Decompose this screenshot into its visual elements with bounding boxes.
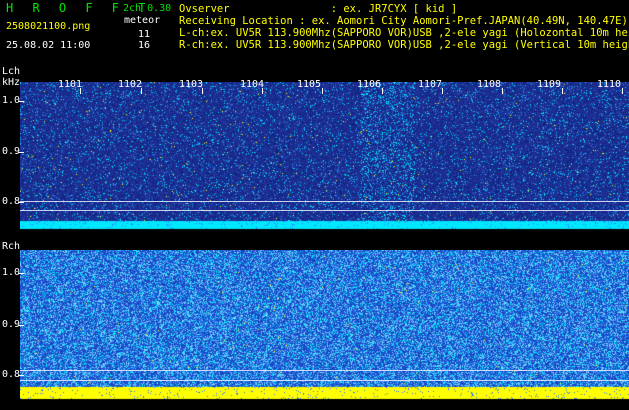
lch-ytick bbox=[18, 202, 24, 203]
time-tick bbox=[502, 88, 503, 94]
lch-label: Lch bbox=[2, 66, 21, 77]
time-tick bbox=[442, 88, 443, 94]
rch-label: Rch bbox=[2, 241, 21, 252]
channel-info: 2ch 0.30 bbox=[123, 3, 172, 14]
time-label: 1101 bbox=[58, 79, 83, 90]
time-tick bbox=[202, 88, 203, 94]
count-l: 11 bbox=[138, 29, 151, 40]
time-tick bbox=[562, 88, 563, 94]
rch-description: R-ch:ex. UV5R 113.900Mhz(SAPPORO VOR)USB… bbox=[179, 39, 629, 51]
time-label: 1109 bbox=[537, 79, 562, 90]
rch-marker-line-lower bbox=[20, 380, 629, 381]
time-tick bbox=[262, 88, 263, 94]
rch-marker-line-upper bbox=[20, 370, 629, 371]
time-label: 1102 bbox=[118, 79, 143, 90]
mode-label: meteor bbox=[124, 15, 161, 26]
time-label: 1107 bbox=[418, 79, 443, 90]
rch-ytick bbox=[18, 273, 24, 274]
lch-spectrogram bbox=[20, 82, 629, 230]
rch-ytick bbox=[18, 375, 24, 376]
lch-marker-line-upper bbox=[20, 201, 629, 202]
time-tick bbox=[382, 88, 383, 94]
time-label: 1104 bbox=[240, 79, 265, 90]
lch-ytick bbox=[18, 101, 24, 102]
time-label: 1108 bbox=[477, 79, 502, 90]
time-label: 1105 bbox=[297, 79, 322, 90]
filename: 2508021100.png bbox=[6, 21, 91, 32]
time-tick bbox=[80, 88, 81, 94]
observer-line: Ovserver : ex. JR7CYX [ kid ] bbox=[179, 3, 458, 15]
lch-ytick bbox=[18, 152, 24, 153]
time-tick bbox=[622, 88, 623, 94]
khz-unit-label: kHz bbox=[2, 77, 21, 88]
location-line: Receiving Location : ex. Aomori City Aom… bbox=[179, 15, 628, 27]
time-label: 1110 bbox=[597, 79, 622, 90]
lch-description: L-ch:ex. UV5R 113.900Mhz(SAPPORO VOR)USB… bbox=[179, 27, 629, 39]
lch-marker-line-lower bbox=[20, 210, 629, 211]
rch-ytick bbox=[18, 325, 24, 326]
count-r: 16 bbox=[138, 40, 151, 51]
time-tick bbox=[322, 88, 323, 94]
time-label: 1103 bbox=[179, 79, 204, 90]
datetime: 25.08.02 11:00 bbox=[6, 40, 91, 51]
time-label: 1106 bbox=[357, 79, 382, 90]
time-tick bbox=[141, 88, 142, 94]
